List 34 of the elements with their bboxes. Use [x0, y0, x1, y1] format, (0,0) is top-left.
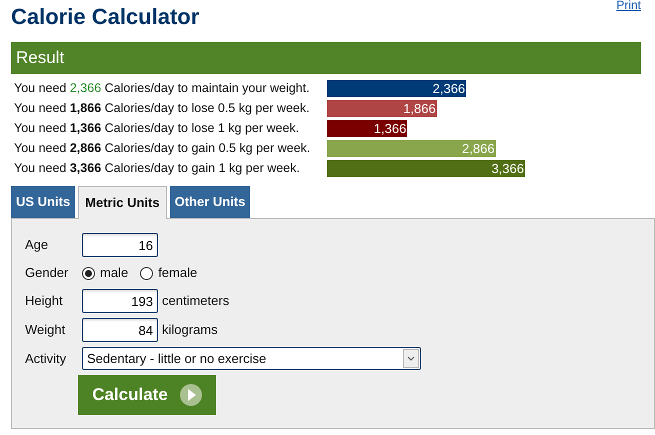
field-label: Activity — [25, 350, 68, 368]
radio-button[interactable] — [140, 266, 154, 280]
calorie-bar: 1,366 — [327, 120, 408, 137]
radio-label: female — [158, 264, 198, 282]
unit-label: centimeters — [162, 292, 230, 310]
unit-label: kilograms — [162, 321, 218, 340]
result-sentence: You need 2,866 Calories/day to gain 0.5 kg per week. — [13, 140, 312, 158]
radio-label: male — [100, 264, 128, 282]
field-label: Gender — [25, 264, 70, 282]
print-link[interactable]: Print — [616, 0, 641, 14]
calorie-bar: 3,366 — [327, 160, 525, 177]
units-tab[interactable]: Other Units — [170, 186, 250, 218]
number-field[interactable]: 84 — [82, 318, 158, 342]
field-label: Age — [25, 236, 50, 254]
result-sentence: You need 2,366 Calories/day to maintain your weight. — [13, 80, 311, 98]
field-label: Weight — [25, 321, 66, 340]
radio-button[interactable] — [82, 266, 95, 280]
activity-dropdown[interactable]: Sedentary - little or no exercise — [82, 347, 421, 370]
number-field[interactable]: 16 — [82, 233, 158, 257]
calorie-bar: 1,866 — [327, 100, 437, 117]
number-field[interactable]: 193 — [82, 289, 158, 313]
play-circle-icon — [180, 384, 202, 406]
page-title: Calorie Calculator — [11, 4, 200, 30]
calorie-bar: 2,366 — [327, 80, 466, 97]
result-sentence: You need 3,366 Calories/day to gain 1 kg per week. — [13, 160, 301, 178]
result-sentence: You need 1,866 Calories/day to lose 0.5 kg per week. — [13, 100, 311, 118]
result-sentence: You need 1,366 Calories/day to lose 1 kg per week. — [13, 120, 300, 138]
units-tab[interactable]: US Units — [11, 186, 76, 218]
chevron-down-icon — [403, 349, 419, 368]
calorie-bar: 2,866 — [327, 140, 496, 157]
field-label: Height — [25, 292, 64, 310]
calculate-button[interactable]: Calculate — [78, 375, 216, 415]
result-header: Result — [11, 42, 641, 74]
units-tab[interactable]: Metric Units — [78, 186, 167, 219]
